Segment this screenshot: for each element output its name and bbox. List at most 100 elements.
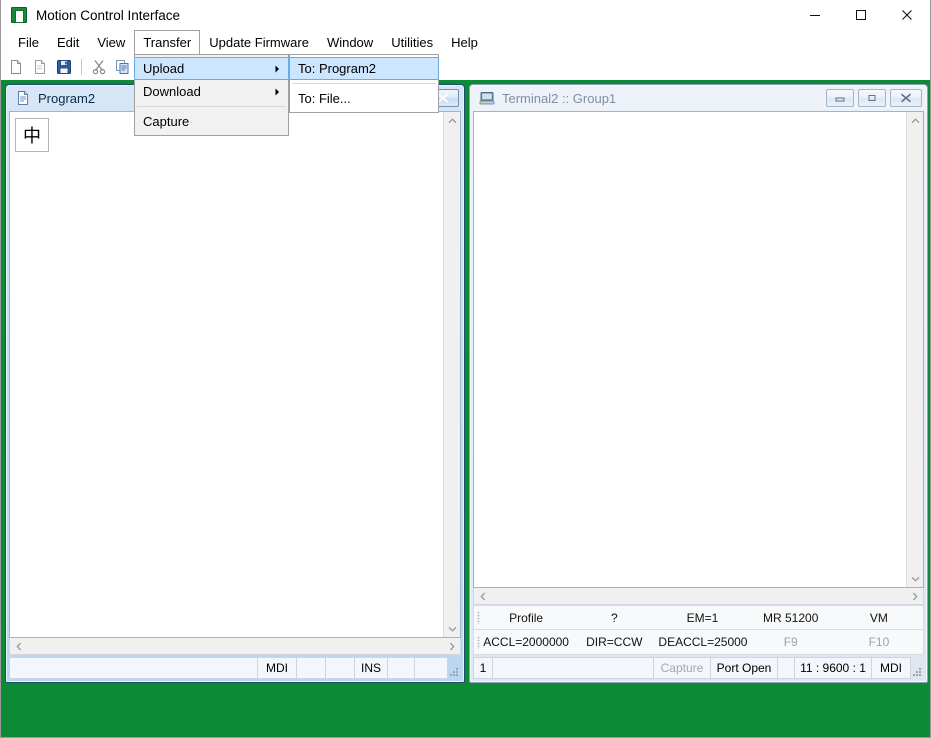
terminal-line-number: 1 [473,657,493,679]
menu-option-download[interactable]: Download [135,80,288,103]
program-status-cell-5 [387,657,415,679]
maximize-button[interactable] [838,0,884,30]
fkey-f3[interactable]: EM=1 [658,611,746,625]
submenu-option-to-file[interactable]: To: File... [290,87,438,110]
terminal-command-input[interactable] [492,657,654,679]
menu-item-help[interactable]: Help [442,30,487,54]
chevron-left-icon[interactable] [10,639,27,654]
terminal-window[interactable]: Terminal2 :: Group1 [469,84,928,683]
menu-item-file[interactable]: File [9,30,48,54]
terminal-statusbar: 1 Capture Port Open 11 : 9600 : 1 MDI [473,657,924,679]
application-window: Motion Control Interface File Edit View … [0,0,931,738]
terminal-resize-grip[interactable] [910,657,924,679]
submenu-option-to-program2[interactable]: To: Program2 [289,57,439,80]
terminal-fkey-row-2: ACCL=2000000 DIR=CCW DEACCL=250000 F9 F1… [473,630,924,655]
program-status-cell-6 [414,657,448,679]
fkey-f2[interactable]: ? [570,611,658,625]
app-logo-icon [11,7,27,23]
mdi-client-area: Program2 中 [1,80,930,737]
program-statusbar: MDI INS [9,657,461,679]
program-editor[interactable]: 中 [9,111,461,638]
terminal-status-spacer [777,657,795,679]
chevron-right-icon [275,83,280,101]
new-file-icon[interactable] [5,56,27,78]
terminal-titlebar[interactable]: Terminal2 :: Group1 [470,85,927,111]
main-titlebar: Motion Control Interface [1,0,930,30]
fkey-f9[interactable]: F9 [747,635,835,649]
close-button[interactable] [884,0,930,30]
chevron-right-icon[interactable] [906,589,923,604]
fkey-f6[interactable]: ACCL=2000000 [482,635,570,649]
document-icon [15,90,31,106]
program-status-mdi: MDI [257,657,297,679]
terminal-horizontal-scrollbar[interactable] [473,588,924,605]
chevron-down-icon[interactable] [907,570,924,587]
open-file-icon[interactable] [29,56,51,78]
menu-item-transfer[interactable]: Transfer [134,30,200,55]
submenu-option-to-program2-label: To: Program2 [298,61,376,76]
save-icon[interactable] [53,56,75,78]
program-window[interactable]: Program2 中 [5,84,465,683]
window-controls [792,0,930,30]
terminal-window-buttons [826,89,922,107]
menu-item-update-firmware[interactable]: Update Firmware [200,30,318,54]
chevron-right-icon[interactable] [443,639,460,654]
terminal-capture-status[interactable]: Capture [653,657,711,679]
program-vertical-scrollbar[interactable] [443,112,460,637]
terminal-title: Terminal2 :: Group1 [502,91,616,106]
program-editor-canvas[interactable]: 中 [10,112,443,637]
chevron-down-icon[interactable] [444,620,461,637]
menu-option-download-label: Download [143,84,275,99]
menu-option-upload[interactable]: Upload [134,57,289,80]
menu-item-window[interactable]: Window [318,30,382,54]
upload-submenu[interactable]: To: Program2 To: File... [289,54,439,113]
menu-separator [137,106,286,107]
terminal-port-status: Port Open [710,657,778,679]
program-resize-grip[interactable] [447,657,461,679]
minimize-button[interactable] [792,0,838,30]
terminal-fkey-row-1: Profile ? EM=1 MR 51200 VM [473,605,924,630]
program-status-cell-2 [296,657,326,679]
fkey-f4[interactable]: MR 51200 [747,611,835,625]
program-horizontal-scrollbar[interactable] [9,638,461,655]
app-title: Motion Control Interface [36,8,180,23]
fkey-f10[interactable]: F10 [835,635,923,649]
chevron-right-icon [275,60,280,78]
program-status-ins: INS [354,657,388,679]
menu-item-view[interactable]: View [88,30,134,54]
menu-option-capture[interactable]: Capture [135,110,288,133]
menu-item-utilities[interactable]: Utilities [382,30,442,54]
terminal-mode: MDI [871,657,911,679]
submenu-option-to-file-label: To: File... [298,91,351,106]
menu-option-capture-label: Capture [143,114,280,129]
cut-icon[interactable] [88,56,110,78]
fkey-f5[interactable]: VM [835,611,923,625]
terminal-restore-button[interactable] [858,89,886,107]
copy-icon[interactable] [112,56,134,78]
terminal-minimize-button[interactable] [826,89,854,107]
chevron-up-icon[interactable] [907,112,924,129]
program-body: 中 [6,111,464,682]
menu-option-upload-label: Upload [143,61,275,76]
terminal-close-button[interactable] [890,89,922,107]
fkey-f8[interactable]: DEACCL=250000 [658,635,746,649]
program-content-glyph: 中 [15,118,49,152]
transfer-dropdown-menu[interactable]: Upload Download Capture [134,54,289,136]
chevron-up-icon[interactable] [444,112,461,129]
program-title: Program2 [38,91,95,106]
terminal-output[interactable] [473,111,924,588]
submenu-separator [292,83,436,84]
terminal-body: Profile ? EM=1 MR 51200 VM ACCL=2000000 … [470,111,927,682]
computer-icon [479,90,495,106]
terminal-vertical-scrollbar[interactable] [906,112,923,587]
fkey-f7[interactable]: DIR=CCW [570,635,658,649]
chevron-left-icon[interactable] [474,589,491,604]
menu-item-edit[interactable]: Edit [48,30,88,54]
fkey-row-1-grip[interactable] [474,606,482,629]
toolbar-separator [81,59,82,75]
fkey-f1[interactable]: Profile [482,611,570,625]
fkey-row-2-grip[interactable] [474,630,482,654]
program-status-cell-3 [325,657,355,679]
terminal-output-canvas[interactable] [474,112,906,587]
program-status-message [9,657,258,679]
